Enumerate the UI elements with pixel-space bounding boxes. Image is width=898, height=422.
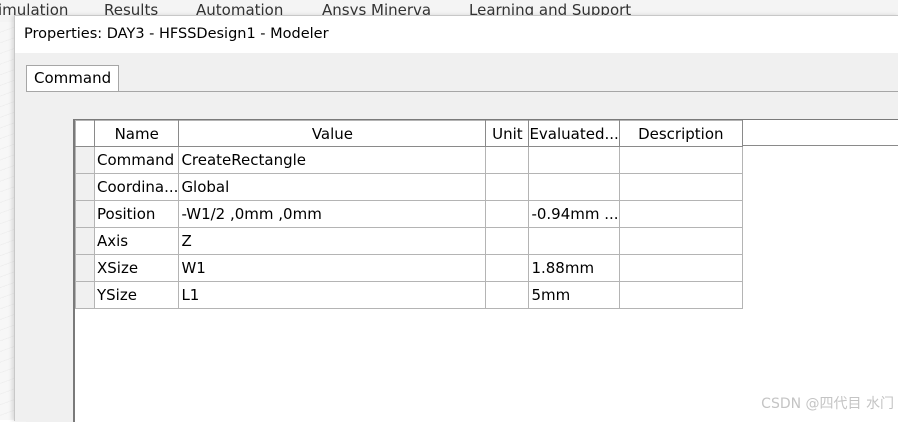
cell-name: YSize — [93, 281, 180, 309]
cell-unit[interactable] — [485, 254, 530, 282]
background-model-view — [0, 22, 14, 420]
cell-evaluated: 1.88mm — [528, 254, 620, 282]
cell-description[interactable] — [618, 200, 743, 228]
cell-name: XSize — [93, 254, 180, 282]
properties-dialog: Properties: DAY3 - HFSSDesign1 - Modeler… — [14, 15, 898, 422]
tab-command[interactable]: Command — [26, 65, 120, 91]
cell-evaluated: 5mm — [528, 281, 620, 309]
watermark: CSDN @四代目 水门 — [761, 396, 894, 412]
table-row[interactable]: Command CreateRectangle — [75, 146, 743, 174]
cell-evaluated: -0.94mm ... — [528, 200, 620, 228]
cell-value[interactable]: -W1/2 ,0mm ,0mm — [178, 200, 487, 228]
cell-evaluated — [528, 173, 620, 201]
grid-header-filler — [743, 120, 898, 146]
table-row[interactable]: Coordina... Global — [75, 173, 743, 201]
cell-value[interactable]: Global — [178, 173, 487, 201]
dialog-title-bar[interactable]: Properties: DAY3 - HFSSDesign1 - Modeler — [15, 16, 898, 53]
properties-table: Name Value Unit Evaluated... Description… — [75, 120, 743, 309]
cell-name: Command — [93, 146, 180, 174]
cell-value[interactable]: Z — [178, 227, 487, 255]
cell-value[interactable]: L1 — [178, 281, 487, 309]
cell-name: Axis — [93, 227, 180, 255]
cell-evaluated — [528, 146, 620, 174]
cell-unit[interactable] — [485, 173, 530, 201]
cell-description[interactable] — [618, 281, 743, 309]
row-header[interactable] — [75, 200, 95, 228]
column-header-unit[interactable]: Unit — [485, 120, 530, 147]
cell-evaluated — [528, 227, 620, 255]
column-header-value[interactable]: Value — [178, 120, 487, 147]
cell-unit[interactable] — [485, 200, 530, 228]
cell-name: Position — [93, 200, 180, 228]
row-header[interactable] — [75, 146, 95, 174]
cell-value[interactable]: CreateRectangle — [178, 146, 487, 174]
cell-unit[interactable] — [485, 281, 530, 309]
grid-header-row: Name Value Unit Evaluated... Description — [75, 120, 743, 147]
table-row[interactable]: Position -W1/2 ,0mm ,0mm -0.94mm ... — [75, 200, 743, 228]
cell-value[interactable]: W1 — [178, 254, 487, 282]
row-header[interactable] — [75, 173, 95, 201]
row-header[interactable] — [75, 254, 95, 282]
column-header-name[interactable]: Name — [93, 120, 180, 147]
table-row[interactable]: XSize W1 1.88mm — [75, 254, 743, 282]
cell-description[interactable] — [618, 146, 743, 174]
cell-description[interactable] — [618, 227, 743, 255]
dialog-title: Properties: DAY3 - HFSSDesign1 - Modeler — [24, 26, 329, 42]
column-header-evaluated[interactable]: Evaluated... — [528, 120, 620, 147]
row-header[interactable] — [75, 227, 95, 255]
column-header-description[interactable]: Description — [618, 120, 743, 147]
cell-name: Coordina... — [93, 173, 180, 201]
properties-grid: Name Value Unit Evaluated... Description… — [73, 119, 898, 422]
cell-description[interactable] — [618, 254, 743, 282]
row-header-corner[interactable] — [75, 120, 95, 147]
cell-description[interactable] — [618, 173, 743, 201]
row-header[interactable] — [75, 281, 95, 309]
cell-unit[interactable] — [485, 227, 530, 255]
cell-unit[interactable] — [485, 146, 530, 174]
table-row[interactable]: YSize L1 5mm — [75, 281, 743, 309]
table-row[interactable]: Axis Z — [75, 227, 743, 255]
